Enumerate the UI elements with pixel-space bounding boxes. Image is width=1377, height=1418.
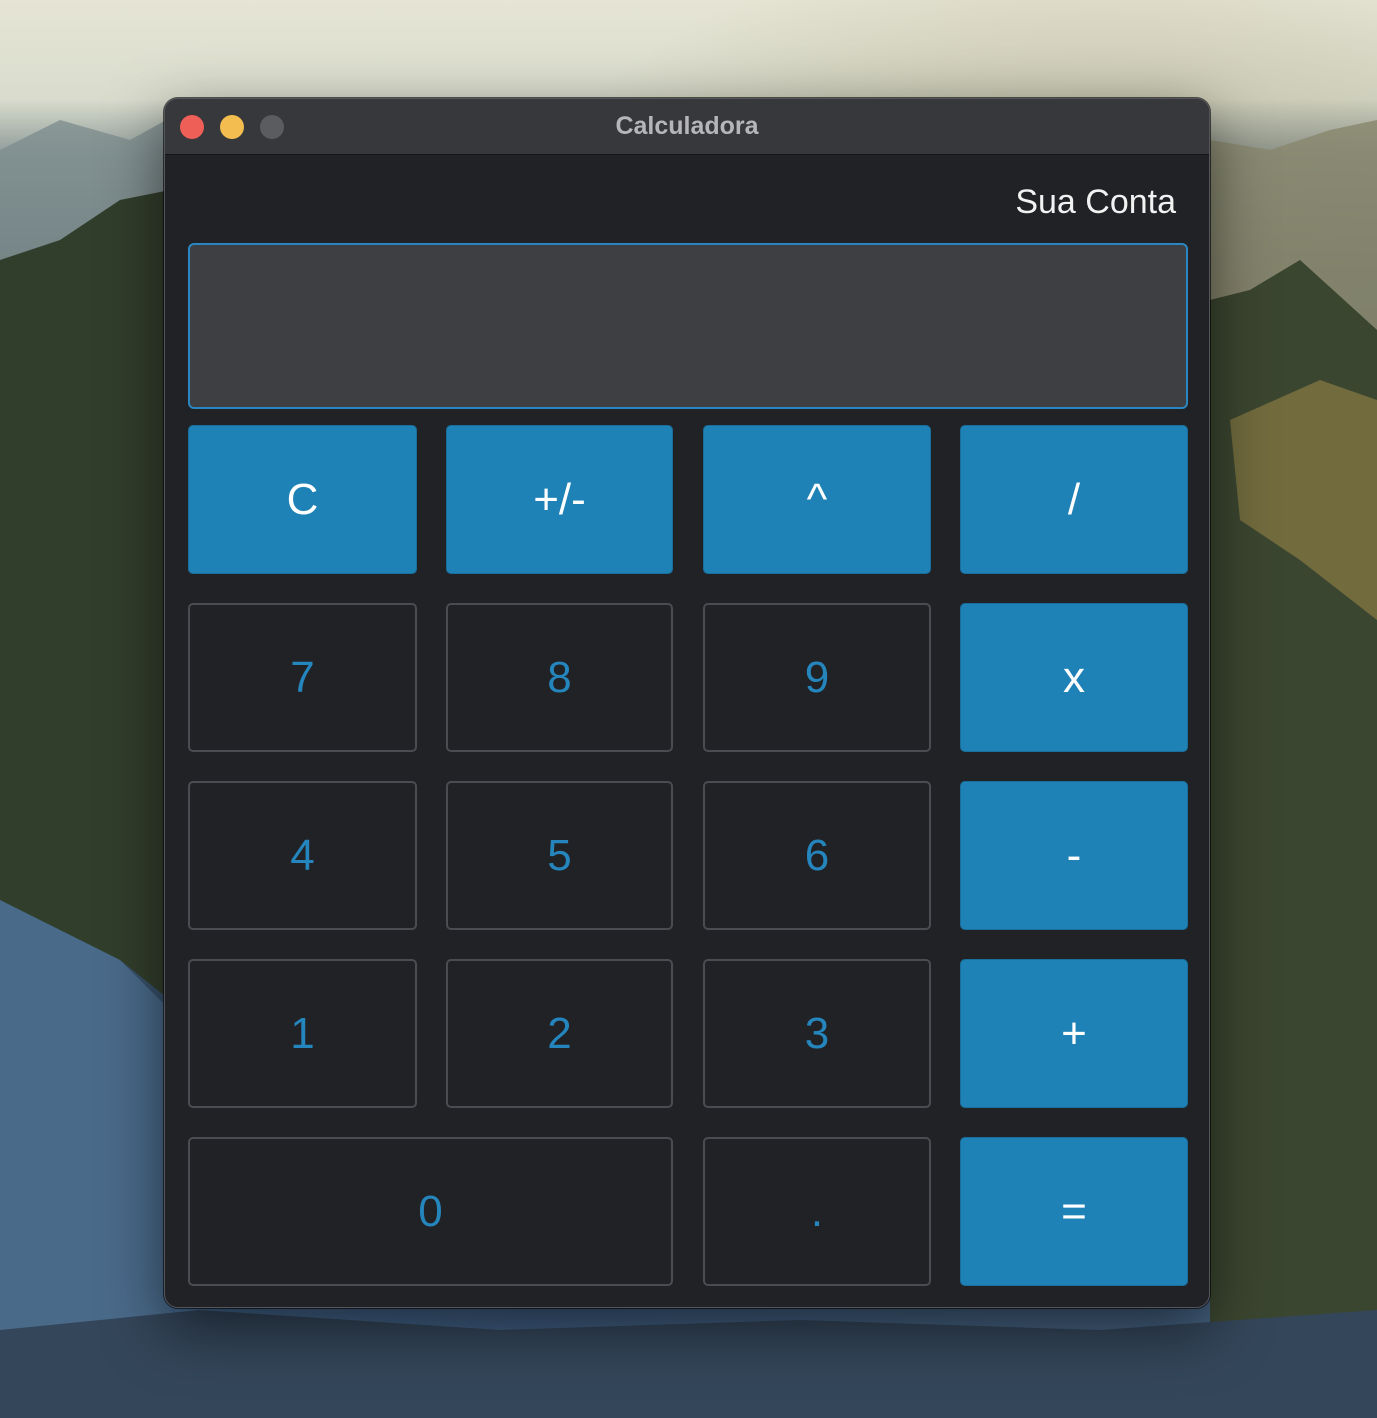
digit-0-button[interactable]: 0 bbox=[188, 1137, 673, 1286]
clear-button[interactable]: C bbox=[188, 425, 417, 574]
negate-button[interactable]: +/- bbox=[446, 425, 673, 574]
multiply-button[interactable]: x bbox=[960, 603, 1188, 752]
digit-4-button[interactable]: 4 bbox=[188, 781, 417, 930]
power-button[interactable]: ^ bbox=[703, 425, 931, 574]
digit-2-button[interactable]: 2 bbox=[446, 959, 673, 1108]
calculator-display[interactable] bbox=[188, 243, 1188, 409]
digit-1-button[interactable]: 1 bbox=[188, 959, 417, 1108]
window-title: Calculadora bbox=[615, 112, 759, 140]
equals-button[interactable]: = bbox=[960, 1137, 1188, 1286]
digit-6-button[interactable]: 6 bbox=[703, 781, 931, 930]
title-bar[interactable]: Calculadora bbox=[165, 99, 1209, 155]
digit-8-button[interactable]: 8 bbox=[446, 603, 673, 752]
add-button[interactable]: + bbox=[960, 959, 1188, 1108]
digit-9-button[interactable]: 9 bbox=[703, 603, 931, 752]
calculator-window: Calculadora Sua Conta C +/- ^ / 7 8 9 x … bbox=[164, 98, 1210, 1308]
divide-button[interactable]: / bbox=[960, 425, 1188, 574]
decimal-point-button[interactable]: . bbox=[703, 1137, 931, 1286]
account-label: Sua Conta bbox=[1015, 183, 1176, 221]
subtract-button[interactable]: - bbox=[960, 781, 1188, 930]
digit-7-button[interactable]: 7 bbox=[188, 603, 417, 752]
digit-5-button[interactable]: 5 bbox=[446, 781, 673, 930]
digit-3-button[interactable]: 3 bbox=[703, 959, 931, 1108]
